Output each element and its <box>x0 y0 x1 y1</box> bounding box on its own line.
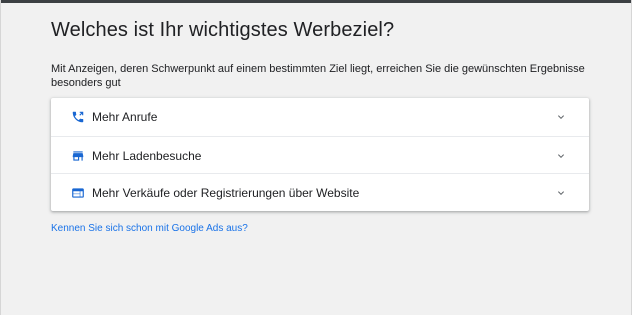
page-title: Welches ist Ihr wichtigstes Werbeziel? <box>51 19 395 41</box>
chevron-down-icon[interactable] <box>554 186 568 200</box>
goal-label-store-visits: Mehr Ladenbesuche <box>92 148 202 163</box>
phone-icon <box>70 109 86 125</box>
chevron-down-icon[interactable] <box>554 149 568 163</box>
web-icon <box>70 185 86 201</box>
goal-list: Mehr Anrufe Mehr Ladenbesuche Mehr Verkä… <box>51 98 589 211</box>
store-icon <box>70 148 86 164</box>
page-description: Mit Anzeigen, deren Schwerpunkt auf eine… <box>51 63 585 89</box>
left-border <box>0 0 1 315</box>
goal-label-calls: Mehr Anrufe <box>92 109 158 124</box>
goal-option-calls[interactable]: Mehr Anrufe <box>51 98 589 135</box>
goal-option-website-sales[interactable]: Mehr Verkäufe oder Registrierungen über … <box>51 173 589 212</box>
chevron-down-icon[interactable] <box>554 110 568 124</box>
goal-label-website-sales: Mehr Verkäufe oder Registrierungen über … <box>92 186 360 200</box>
top-border <box>0 0 632 3</box>
experienced-user-link[interactable]: Kennen Sie sich schon mit Google Ads aus… <box>51 223 248 234</box>
goal-option-store-visits[interactable]: Mehr Ladenbesuche <box>51 136 589 174</box>
